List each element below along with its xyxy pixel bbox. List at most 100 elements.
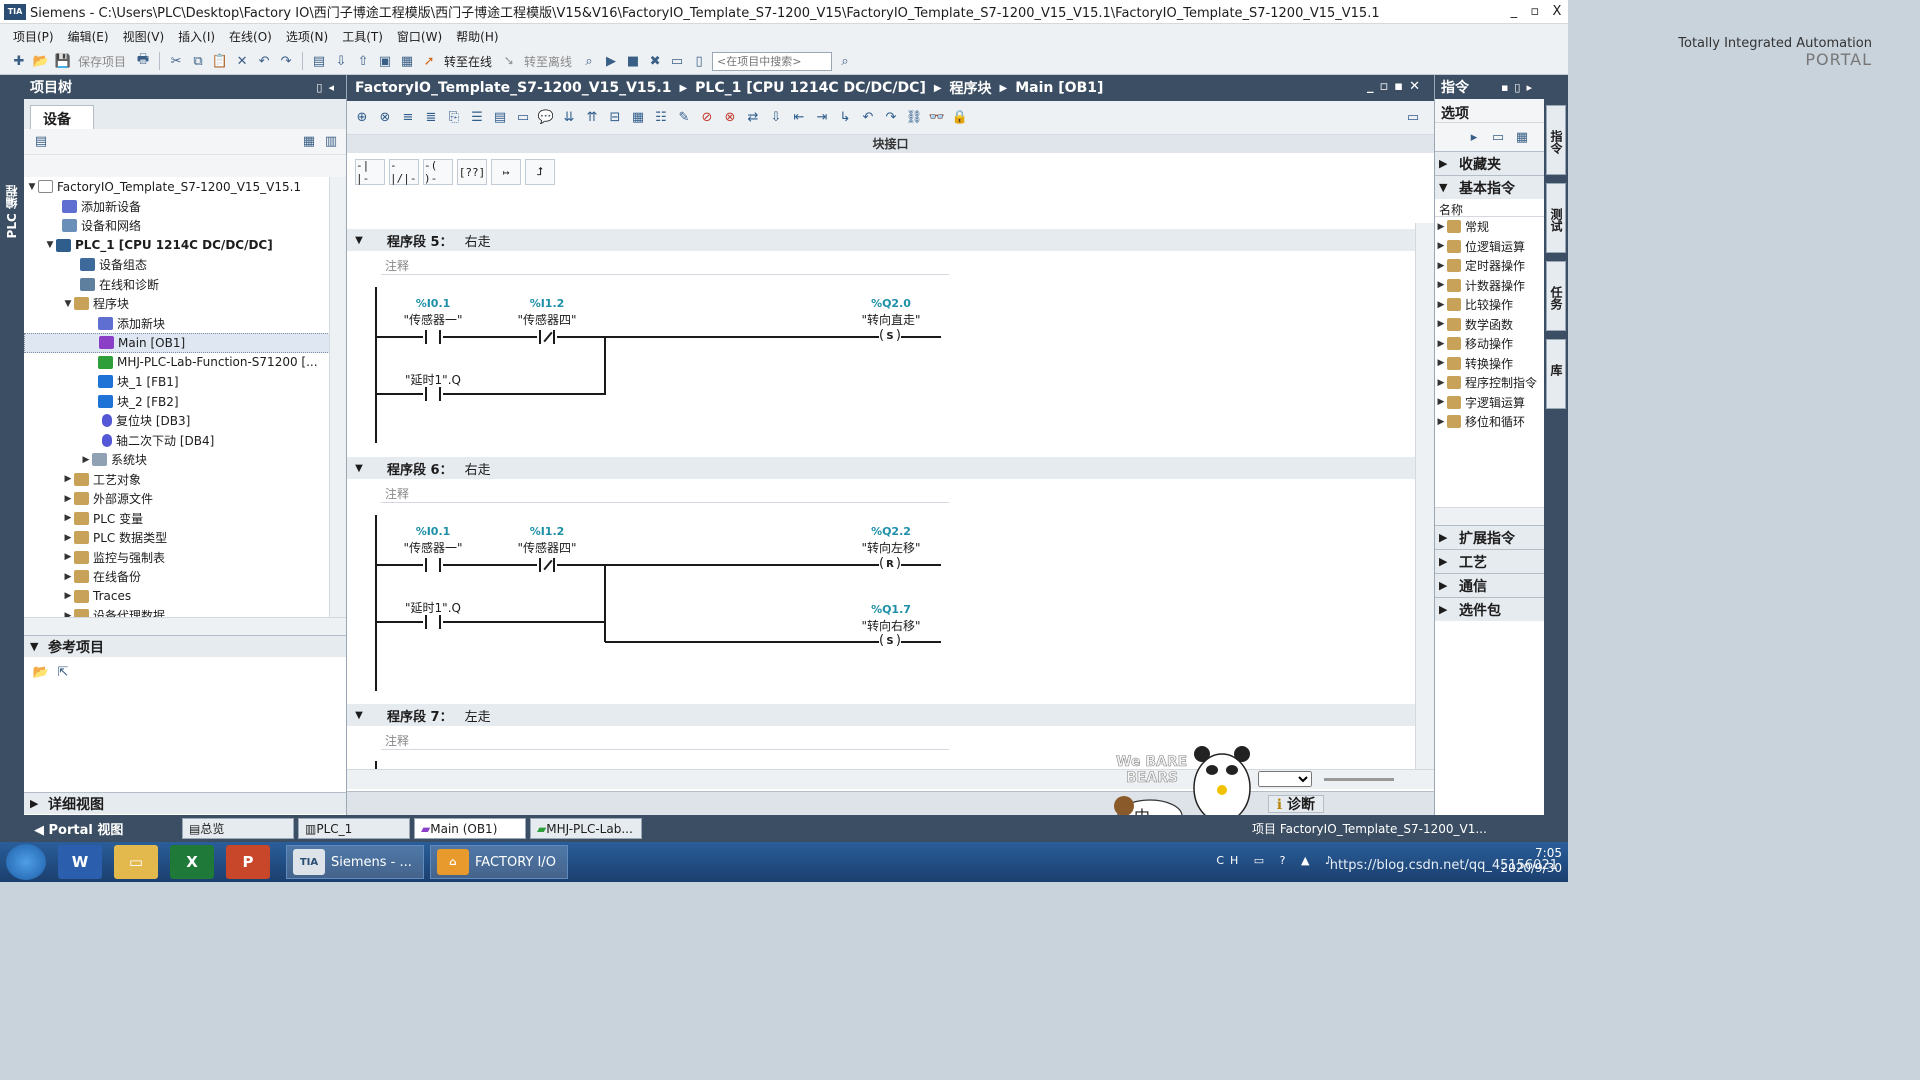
display-mode-icon[interactable]: ☷ xyxy=(652,109,670,127)
breadcrumb-program-blocks[interactable]: 程序块 xyxy=(950,78,992,98)
reset-start-value-icon[interactable]: ⎘ xyxy=(445,109,463,127)
nc-contact[interactable] xyxy=(537,330,557,344)
link-icon[interactable]: ⛓ xyxy=(905,109,923,127)
expand-arrow-icon[interactable]: ▼ xyxy=(62,299,74,309)
expand-arrow-icon[interactable]: ▶ xyxy=(1439,531,1459,544)
go-offline-button[interactable]: 转至离线 xyxy=(524,53,572,70)
powerpoint-icon[interactable]: P xyxy=(226,845,270,879)
paste-icon[interactable]: 📋 xyxy=(211,52,229,70)
collapse-arrow-icon[interactable]: ▼ xyxy=(347,235,371,246)
collapse-arrow-icon[interactable]: ▼ xyxy=(347,710,371,721)
tree-item-system-blocks[interactable]: ▶ 系统块 xyxy=(24,450,346,470)
section-extended-instructions[interactable]: ▶ 扩展指令 xyxy=(1435,525,1544,549)
search-icon[interactable]: ⌕ xyxy=(836,52,854,70)
operand-address[interactable]: %I0.1 xyxy=(393,525,473,538)
no-contact[interactable] xyxy=(423,615,443,629)
compile-icon[interactable]: ▤ xyxy=(310,52,328,70)
go-offline-icon[interactable]: ➘ xyxy=(500,52,518,70)
expand-arrow-icon[interactable]: ▶ xyxy=(1439,603,1459,616)
tree-item-add-block[interactable]: 添加新块 xyxy=(24,314,346,334)
monitoring-off-icon[interactable]: ⊗ xyxy=(721,109,739,127)
upload-icon[interactable]: ⇧ xyxy=(354,52,372,70)
section-favorites[interactable]: ▶ 收藏夹 xyxy=(1435,151,1544,175)
favorites-icon[interactable]: ▤ xyxy=(491,109,509,127)
tab-devices[interactable]: 设备 xyxy=(30,105,94,129)
menu-edit[interactable]: 编辑(E) xyxy=(61,28,116,45)
simulation-stop-icon[interactable]: ▦ xyxy=(398,52,416,70)
start-button[interactable] xyxy=(6,844,46,880)
collapse-arrow-icon[interactable]: ▼ xyxy=(30,640,48,653)
open-branch-button[interactable]: ↦ xyxy=(491,159,521,185)
ime-indicator[interactable]: CH xyxy=(1216,854,1244,867)
tree-item-devices-networks[interactable]: 设备和网络 xyxy=(24,216,346,236)
collapse-arrow-icon[interactable]: ▼ xyxy=(1439,181,1459,194)
tree-view-icon[interactable]: ▦ xyxy=(300,132,318,150)
tree-item-project[interactable]: ▼ FactoryIO_Template_S7-1200_V15_V15.1 xyxy=(24,177,346,197)
side-tab-libraries[interactable]: 库 xyxy=(1546,339,1566,409)
network-comments-icon[interactable]: 💬 xyxy=(537,109,555,127)
show-favorites-icon[interactable]: ▦ xyxy=(629,109,647,127)
instruction-timers[interactable]: ▶ 定时器操作 xyxy=(1435,256,1544,276)
no-contact[interactable] xyxy=(423,558,443,572)
plc-programming-label[interactable]: PLC 编程 xyxy=(3,185,20,238)
expand-arrow-icon[interactable]: ▶ xyxy=(62,513,74,523)
network-comment[interactable]: 注释 xyxy=(381,481,949,503)
tree-horizontal-scrollbar[interactable] xyxy=(24,617,346,635)
operand-symbol[interactable]: "传感器一" xyxy=(388,539,478,556)
network-6-header[interactable]: ▼ 程序段 6： 右走 xyxy=(347,457,1415,479)
expand-arrow-icon[interactable]: ▶ xyxy=(30,797,48,810)
tab-diagnostics[interactable]: ℹ 诊断 xyxy=(1267,795,1324,813)
operand-symbol[interactable]: "延时1".Q xyxy=(388,599,478,616)
tree-item-technology-objects[interactable]: ▶ 工艺对象 xyxy=(24,470,346,490)
expand-arrow-icon[interactable]: ▶ xyxy=(62,552,74,562)
operand-symbol[interactable]: "传感器一" xyxy=(388,311,478,328)
insert-row-icon[interactable]: ≡ xyxy=(399,109,417,127)
expand-networks-icon[interactable]: ▭ xyxy=(514,109,532,127)
instruction-word-logic[interactable]: ▶ 字逻辑运算 xyxy=(1435,393,1544,413)
excel-icon[interactable]: X xyxy=(170,845,214,879)
go-to-next-error-icon[interactable]: ⇥ xyxy=(813,109,831,127)
close-button[interactable]: X xyxy=(1552,4,1561,19)
instruction-counters[interactable]: ▶ 计数器操作 xyxy=(1435,276,1544,296)
operand-address[interactable]: %Q1.7 xyxy=(851,603,931,616)
split-editor-icon[interactable]: ▭ xyxy=(1404,109,1422,127)
menu-tools[interactable]: 工具(T) xyxy=(335,28,390,45)
network-comment[interactable]: 注释 xyxy=(381,253,949,275)
instruction-bit-logic[interactable]: ▶ 位逻辑运算 xyxy=(1435,237,1544,257)
operand-symbol[interactable]: "转向左移" xyxy=(846,539,936,556)
expand-arrow-icon[interactable]: ▶ xyxy=(62,494,74,504)
navigate-back-icon[interactable]: ↶ xyxy=(859,109,877,127)
tree-item-fb2[interactable]: 块_2 [FB2] xyxy=(24,392,346,412)
tree-item-traces[interactable]: ▶ Traces xyxy=(24,587,346,607)
no-contact-button[interactable]: -| |- xyxy=(355,159,385,185)
append-row-icon[interactable]: ≣ xyxy=(422,109,440,127)
operand-address[interactable]: %I1.2 xyxy=(507,525,587,538)
side-tab-tasks[interactable]: 任务 xyxy=(1546,261,1566,331)
task-panel-scrollbar[interactable] xyxy=(1435,507,1544,525)
lock-icon[interactable]: 🔒 xyxy=(951,109,969,127)
accessible-devices-icon[interactable]: ⌕ xyxy=(580,52,598,70)
restore-button[interactable]: ▫ xyxy=(1530,4,1539,19)
tree-vertical-scrollbar[interactable] xyxy=(329,177,346,617)
tree-item-plc-tags[interactable]: ▶ PLC 变量 xyxy=(24,509,346,529)
expand-arrow-icon[interactable]: ▶ xyxy=(1439,157,1459,170)
side-tab-instructions[interactable]: 指令 xyxy=(1546,105,1566,175)
operand-address[interactable]: %I1.2 xyxy=(507,297,587,310)
menu-view[interactable]: 视图(V) xyxy=(116,28,172,45)
start-cpu-icon[interactable]: ▶ xyxy=(602,52,620,70)
open-reference-icon[interactable]: 📂 xyxy=(32,663,50,681)
editor-tab-overview[interactable]: ▤ 总览 xyxy=(182,818,294,839)
callstructure-icon[interactable]: ✎ xyxy=(675,109,693,127)
compare-icon[interactable]: ⇄ xyxy=(744,109,762,127)
instruction-program-control[interactable]: ▶ 程序控制指令 xyxy=(1435,373,1544,393)
cut-icon[interactable]: ✂ xyxy=(167,52,185,70)
menu-help[interactable]: 帮助(H) xyxy=(449,28,505,45)
tree-settings-icon[interactable]: ▤ xyxy=(32,133,50,151)
tree-item-online-backups[interactable]: ▶ 在线备份 xyxy=(24,567,346,587)
explorer-icon[interactable]: ▭ xyxy=(114,845,158,879)
tree-item-add-device[interactable]: 添加新设备 xyxy=(24,197,346,217)
menu-project[interactable]: 项目(P) xyxy=(6,28,61,45)
section-communication[interactable]: ▶ 通信 xyxy=(1435,573,1544,597)
word-icon[interactable]: W xyxy=(58,845,102,879)
simulation-icon[interactable]: ▣ xyxy=(376,52,394,70)
